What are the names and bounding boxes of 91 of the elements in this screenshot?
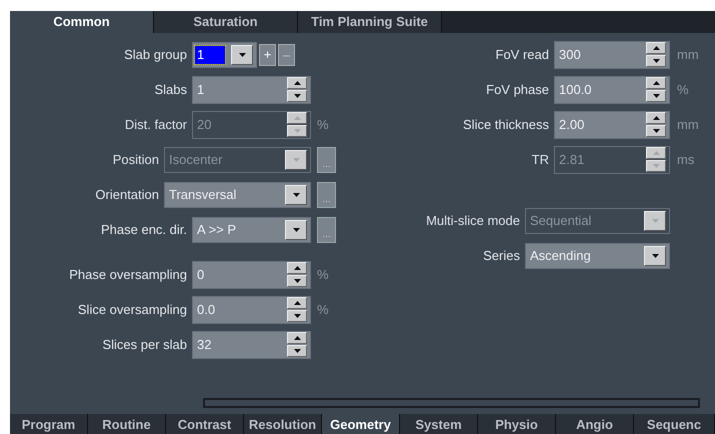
decrement-button[interactable] (646, 125, 666, 137)
dropdown-button[interactable] (285, 184, 307, 204)
number-field[interactable]: 1 (192, 76, 311, 104)
up-arrow-icon (652, 46, 660, 50)
down-arrow-icon (294, 279, 300, 283)
tab[interactable]: Saturation (154, 11, 298, 33)
field-label: Slabs (153, 80, 188, 99)
dropdown-field[interactable]: Ascending (525, 242, 670, 268)
down-arrow-icon (292, 228, 300, 232)
decrement-button[interactable] (287, 90, 307, 102)
down-arrow-icon (292, 158, 300, 162)
number-field[interactable]: 0 (192, 260, 311, 288)
combo-field[interactable]: 1 (192, 42, 257, 68)
field-label: Slice oversampling (76, 300, 188, 319)
field-label: Series (482, 246, 521, 265)
increment-button[interactable] (287, 77, 307, 89)
unit-label: % (317, 266, 329, 284)
down-arrow-icon (652, 254, 658, 258)
unit-label: % (677, 80, 689, 99)
increment-button[interactable] (646, 77, 666, 89)
number-field[interactable]: 100.0 (554, 76, 670, 104)
field-label: Phase enc. dir. (100, 220, 188, 239)
tab[interactable]: Tim Planning Suite (298, 11, 442, 33)
increment-button[interactable] (287, 262, 307, 274)
field-label: Slab group (123, 46, 188, 64)
up-arrow-icon (294, 81, 300, 85)
increment-button[interactable] (287, 297, 307, 309)
field-label: FoV phase (485, 80, 550, 99)
up-arrow-icon (294, 336, 300, 340)
down-arrow-icon (238, 52, 246, 56)
dropdown-button[interactable] (644, 246, 666, 266)
tab[interactable]: Sequenc (634, 414, 715, 434)
down-arrow-icon (292, 192, 300, 196)
field-label: Slice thickness (462, 116, 550, 134)
unit-label: % (317, 300, 329, 319)
up-arrow-icon (294, 301, 300, 305)
more-button[interactable]: ... (317, 216, 336, 242)
tab[interactable]: Angio (556, 414, 634, 434)
down-arrow-icon (294, 314, 300, 318)
number-field[interactable]: 32 (192, 330, 311, 358)
unit-label: % (317, 116, 329, 134)
dropdown-field[interactable]: Transversal (164, 182, 311, 208)
dropdown-button[interactable] (285, 220, 307, 240)
tab[interactable]: Contrast (166, 414, 244, 434)
down-arrow-icon (294, 349, 300, 353)
up-arrow-icon (652, 116, 660, 120)
increment-button[interactable] (287, 332, 307, 344)
field-label: TR (530, 150, 550, 169)
decrement-button[interactable] (287, 345, 307, 357)
up-arrow-icon (652, 151, 660, 155)
field-label: Orientation (94, 186, 160, 204)
down-arrow-icon (294, 94, 300, 98)
down-arrow-icon (294, 129, 300, 133)
up-arrow-icon (294, 116, 300, 120)
unit-label: mm (677, 116, 699, 134)
field-label: FoV read (494, 46, 550, 64)
dropdown-field[interactable]: A >> P (192, 216, 311, 242)
decrement-button[interactable] (287, 275, 307, 287)
field-label: Position (112, 150, 160, 169)
number-field[interactable]: 2.00 (554, 110, 670, 138)
decrement-button[interactable] (646, 55, 666, 67)
field-label: Multi-slice mode (425, 212, 521, 230)
up-arrow-icon (652, 81, 660, 85)
field-label: Phase oversampling (68, 266, 188, 284)
tab[interactable]: Geometry (322, 414, 400, 434)
add-button[interactable]: + (259, 44, 276, 66)
down-arrow-icon (652, 218, 658, 222)
unit-label: mm (677, 46, 699, 64)
dropdown-button[interactable] (231, 44, 253, 64)
increment-button[interactable] (646, 112, 666, 124)
decrement-button[interactable] (646, 90, 666, 102)
more-button[interactable]: ... (317, 182, 336, 208)
increment-button[interactable] (646, 42, 666, 54)
down-arrow-icon (652, 59, 660, 63)
tab[interactable]: Common (10, 11, 154, 33)
tab[interactable]: System (400, 414, 478, 434)
remove-button[interactable]: – (278, 44, 295, 66)
tab[interactable]: Program (10, 414, 88, 434)
tab[interactable]: Physio (478, 414, 556, 434)
decrement-button[interactable] (287, 310, 307, 322)
down-arrow-icon (652, 164, 660, 168)
number-field[interactable]: 0.0 (192, 296, 311, 324)
tab[interactable]: Resolution (244, 414, 322, 434)
up-arrow-icon (294, 266, 300, 270)
number-field[interactable]: 300 (554, 40, 670, 68)
tab[interactable]: Routine (88, 414, 166, 434)
field-label: Dist. factor (124, 116, 188, 134)
down-arrow-icon (652, 129, 660, 133)
down-arrow-icon (652, 94, 660, 98)
field-label: Slices per slab (101, 336, 188, 354)
unit-label: ms (677, 150, 694, 169)
